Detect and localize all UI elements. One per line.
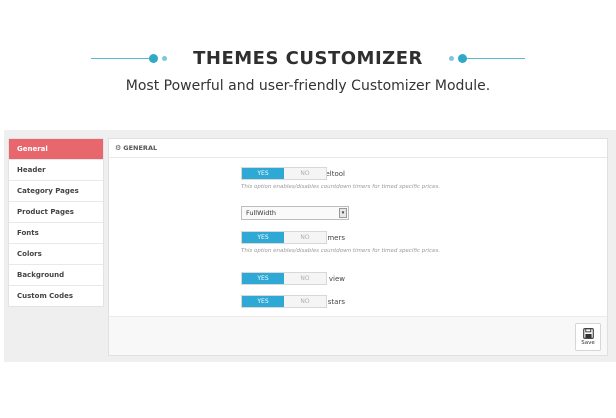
- toggle-rating-stars: YES NO: [241, 295, 327, 308]
- layout-type-select[interactable]: FullWidth ▾: [241, 206, 349, 220]
- toggle-no-button[interactable]: NO: [284, 273, 326, 284]
- title-decoration-right: [445, 53, 525, 63]
- dropdown-arrow-icon[interactable]: ▾: [339, 208, 347, 218]
- page-title: THEMES CUSTOMIZER: [193, 47, 423, 69]
- title-decoration-left: [91, 53, 171, 63]
- sidebar-item-colors[interactable]: Colors: [9, 244, 103, 265]
- toggle-quick-view: YES NO: [241, 272, 327, 285]
- toggle-yes-button[interactable]: YES: [242, 168, 284, 179]
- sidebar-item-background[interactable]: Background: [9, 265, 103, 286]
- hint-countdown-timers: This option enables/disables countdown t…: [241, 248, 441, 254]
- toggle-yes-button[interactable]: YES: [242, 296, 284, 307]
- save-button[interactable]: Save: [575, 323, 601, 351]
- sidebar-item-general[interactable]: General: [9, 139, 103, 160]
- toggle-no-button[interactable]: NO: [284, 232, 326, 243]
- save-button-label: Save: [581, 340, 595, 346]
- floppy-disk-icon: [582, 328, 594, 339]
- layout-type-value: FullWidth: [246, 209, 276, 217]
- toggle-countdown-timers: YES NO: [241, 231, 327, 244]
- toggle-yes-button[interactable]: YES: [242, 273, 284, 284]
- settings-panel: ⚙ GENERAL Show paneltool YES NO This opt…: [108, 138, 608, 356]
- toggle-show-paneltool: YES NO: [241, 167, 327, 180]
- toggle-yes-button[interactable]: YES: [242, 232, 284, 243]
- hint-show-paneltool: This option enables/disables countdown t…: [241, 184, 441, 190]
- panel-header-title: GENERAL: [123, 144, 158, 152]
- gear-icon: ⚙: [115, 144, 122, 152]
- settings-sidebar: General Header Category Pages Product Pa…: [8, 138, 104, 307]
- toggle-no-button[interactable]: NO: [284, 168, 326, 179]
- sidebar-item-fonts[interactable]: Fonts: [9, 223, 103, 244]
- hero-title-row: THEMES CUSTOMIZER: [0, 46, 616, 70]
- toggle-no-button[interactable]: NO: [284, 296, 326, 307]
- sidebar-item-product-pages[interactable]: Product Pages: [9, 202, 103, 223]
- sidebar-item-header[interactable]: Header: [9, 160, 103, 181]
- sidebar-item-category-pages[interactable]: Category Pages: [9, 181, 103, 202]
- page-subtitle: Most Powerful and user-friendly Customiz…: [125, 78, 491, 94]
- panel-footer: Save: [109, 316, 607, 355]
- sidebar-item-custom-codes[interactable]: Custom Codes: [9, 286, 103, 306]
- panel-header: ⚙ GENERAL: [109, 139, 607, 158]
